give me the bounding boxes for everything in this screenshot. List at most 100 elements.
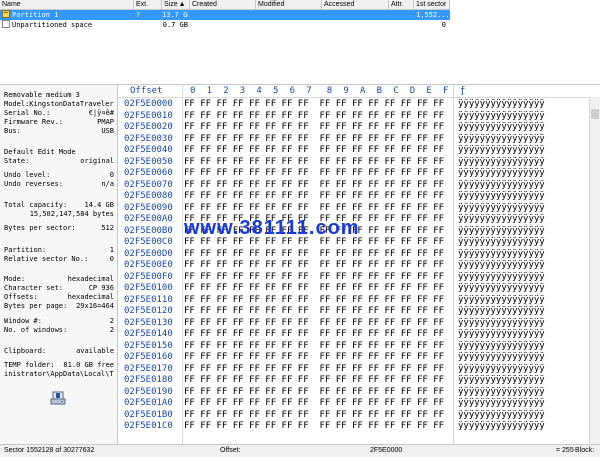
row-ascii[interactable]: ÿÿÿÿÿÿÿÿÿÿÿÿÿÿÿÿ: [458, 111, 556, 122]
row-bytes[interactable]: FF FF FF FF FF FF FF FF FF FF FF FF FF F…: [184, 191, 444, 202]
row-ascii[interactable]: ÿÿÿÿÿÿÿÿÿÿÿÿÿÿÿÿ: [458, 145, 556, 156]
capacity-bytes: 15,502,147,584 bytes: [29, 210, 114, 218]
row-bytes[interactable]: FF FF FF FF FF FF FF FF FF FF FF FF FF F…: [184, 99, 444, 110]
row-ascii[interactable]: ÿÿÿÿÿÿÿÿÿÿÿÿÿÿÿÿ: [458, 364, 556, 375]
status-sector: Sector 1552128 of 30277632: [4, 447, 95, 454]
offsets-line: Offsets: hexadecimal: [4, 293, 114, 302]
row-bytes[interactable]: FF FF FF FF FF FF FF FF FF FF FF FF FF F…: [184, 398, 444, 409]
col-modified[interactable]: Modified: [256, 0, 322, 10]
column-header: B: [376, 86, 383, 96]
row-bytes[interactable]: FF FF FF FF FF FF FF FF FF FF FF FF FF F…: [184, 134, 444, 145]
row-offset: 02F5E0050: [124, 156, 173, 167]
col-accessed[interactable]: Accessed: [322, 0, 389, 10]
row-bytes[interactable]: FF FF FF FF FF FF FF FF FF FF FF FF FF F…: [184, 329, 444, 340]
row-ascii[interactable]: ÿÿÿÿÿÿÿÿÿÿÿÿÿÿÿÿ: [458, 191, 556, 202]
undo-reverses-line: Undo reverses: n/a: [4, 180, 114, 189]
row-bytes[interactable]: FF FF FF FF FF FF FF FF FF FF FF FF FF F…: [184, 180, 444, 191]
row-ascii[interactable]: ÿÿÿÿÿÿÿÿÿÿÿÿÿÿÿÿ: [458, 168, 556, 179]
row-ascii[interactable]: ÿÿÿÿÿÿÿÿÿÿÿÿÿÿÿÿ: [458, 375, 556, 386]
status-block-label: Block:: [575, 447, 595, 454]
row-ascii[interactable]: ÿÿÿÿÿÿÿÿÿÿÿÿÿÿÿÿ: [458, 272, 556, 283]
row-ascii[interactable]: ÿÿÿÿÿÿÿÿÿÿÿÿÿÿÿÿ: [458, 157, 556, 168]
row-offset: 02F5E0170: [124, 363, 173, 374]
row-offset: 02F5E0070: [124, 179, 173, 190]
row-ascii[interactable]: ÿÿÿÿÿÿÿÿÿÿÿÿÿÿÿÿ: [458, 421, 556, 432]
row-ascii[interactable]: ÿÿÿÿÿÿÿÿÿÿÿÿÿÿÿÿ: [458, 398, 556, 409]
status-value: = 255: [556, 447, 574, 454]
vertical-scrollbar[interactable]: [589, 97, 600, 444]
row-bytes[interactable]: FF FF FF FF FF FF FF FF FF FF FF FF FF F…: [184, 145, 444, 156]
row-offset: 02F5E01C0: [124, 421, 173, 431]
row-offset: 02F5E00D0: [124, 248, 173, 259]
row-ascii[interactable]: ÿÿÿÿÿÿÿÿÿÿÿÿÿÿÿÿ: [458, 237, 556, 248]
row-bytes[interactable]: FF FF FF FF FF FF FF FF FF FF FF FF FF F…: [184, 249, 444, 260]
row-bytes[interactable]: FF FF FF FF FF FF FF FF FF FF FF FF FF F…: [184, 203, 444, 214]
col-attr[interactable]: Attr.: [389, 0, 414, 10]
row-offset: 02F5E0180: [124, 375, 173, 385]
row-ascii[interactable]: ÿÿÿÿÿÿÿÿÿÿÿÿÿÿÿÿ: [458, 180, 556, 191]
hex-editor[interactable]: Offset 0123456789ABCDEF ƒ 02F5E0000 FF FF…: [118, 85, 600, 444]
row-bytes[interactable]: FF FF FF FF FF FF FF FF FF FF FF FF FF F…: [184, 306, 444, 317]
row-ascii[interactable]: ÿÿÿÿÿÿÿÿÿÿÿÿÿÿÿÿ: [458, 341, 556, 352]
col-size[interactable]: Size▲: [162, 0, 190, 10]
row-ascii[interactable]: ÿÿÿÿÿÿÿÿÿÿÿÿÿÿÿÿ: [458, 214, 556, 225]
row-ascii[interactable]: ÿÿÿÿÿÿÿÿÿÿÿÿÿÿÿÿ: [458, 329, 556, 340]
row-ascii[interactable]: ÿÿÿÿÿÿÿÿÿÿÿÿÿÿÿÿ: [458, 283, 556, 294]
rel-sector-label: Relative sector No.:: [4, 255, 89, 263]
firmware-line: Firmware Rev.: PMAP: [4, 118, 114, 127]
row-bytes[interactable]: FF FF FF FF FF FF FF FF FF FF FF FF FF F…: [184, 387, 444, 398]
scrollbar-thumb[interactable]: [591, 109, 599, 119]
row-ascii[interactable]: ÿÿÿÿÿÿÿÿÿÿÿÿÿÿÿÿ: [458, 410, 556, 421]
capacity-label: Total capacity:: [4, 201, 68, 209]
partition-icon: [2, 10, 10, 20]
row-ascii[interactable]: ÿÿÿÿÿÿÿÿÿÿÿÿÿÿÿÿ: [458, 387, 556, 398]
row-bytes[interactable]: FF FF FF FF FF FF FF FF FF FF FF FF FF F…: [184, 168, 444, 179]
col-ext[interactable]: Ext.: [134, 0, 162, 10]
row-offset: 02F5E0110: [124, 294, 173, 305]
row-bytes[interactable]: FF FF FF FF FF FF FF FF FF FF FF FF FF F…: [184, 111, 444, 122]
row-ascii[interactable]: ÿÿÿÿÿÿÿÿÿÿÿÿÿÿÿÿ: [458, 260, 556, 271]
partition-size: 13.7 GB: [162, 11, 188, 19]
row-bytes[interactable]: FF FF FF FF FF FF FF FF FF FF FF FF FF F…: [184, 122, 444, 133]
row-bytes[interactable]: FF FF FF FF FF FF FF FF FF FF FF FF FF F…: [184, 352, 444, 363]
row-bytes[interactable]: FF FF FF FF FF FF FF FF FF FF FF FF FF F…: [184, 260, 444, 271]
row-bytes[interactable]: FF FF FF FF FF FF FF FF FF FF FF FF FF F…: [184, 341, 444, 352]
row-ascii[interactable]: ÿÿÿÿÿÿÿÿÿÿÿÿÿÿÿÿ: [458, 295, 556, 306]
row-ascii[interactable]: ÿÿÿÿÿÿÿÿÿÿÿÿÿÿÿÿ: [458, 318, 556, 329]
row-bytes[interactable]: FF FF FF FF FF FF FF FF FF FF FF FF FF F…: [184, 157, 444, 168]
row-bytes[interactable]: FF FF FF FF FF FF FF FF FF FF FF FF FF F…: [184, 295, 444, 306]
row-bytes[interactable]: FF FF FF FF FF FF FF FF FF FF FF FF FF F…: [184, 375, 444, 386]
column-header: 0: [190, 86, 196, 96]
serial-value: €|ÿ¤ê#: [88, 109, 114, 117]
row-bytes[interactable]: FF FF FF FF FF FF FF FF FF FF FF FF FF F…: [184, 364, 444, 375]
col-name[interactable]: Name: [0, 0, 134, 10]
column-header: 1: [206, 86, 213, 96]
status-offset-value: 2F5E0000: [370, 447, 403, 454]
row-ascii[interactable]: ÿÿÿÿÿÿÿÿÿÿÿÿÿÿÿÿ: [458, 306, 556, 317]
row-ascii[interactable]: ÿÿÿÿÿÿÿÿÿÿÿÿÿÿÿÿ: [458, 203, 556, 214]
state-line: State: original: [4, 157, 114, 166]
row-ascii[interactable]: ÿÿÿÿÿÿÿÿÿÿÿÿÿÿÿÿ: [458, 134, 556, 145]
row-ascii[interactable]: ÿÿÿÿÿÿÿÿÿÿÿÿÿÿÿÿ: [458, 352, 556, 363]
col-created[interactable]: Created: [190, 0, 256, 10]
column-header: D: [409, 86, 416, 96]
row-bytes[interactable]: FF FF FF FF FF FF FF FF FF FF FF FF FF F…: [184, 421, 444, 432]
charset-label: Character set:: [4, 284, 64, 292]
row-bytes[interactable]: FF FF FF FF FF FF FF FF FF FF FF FF FF F…: [184, 410, 444, 421]
column-header: F: [443, 86, 449, 96]
row-ascii[interactable]: ÿÿÿÿÿÿÿÿÿÿÿÿÿÿÿÿ: [458, 99, 556, 110]
row-ascii[interactable]: ÿÿÿÿÿÿÿÿÿÿÿÿÿÿÿÿ: [458, 249, 556, 260]
partition-row-unpartitioned[interactable]: Unpartitioned space 0.7 GB 0: [0, 20, 450, 30]
row-offset: 02F5E0140: [124, 329, 173, 339]
row-ascii[interactable]: ÿÿÿÿÿÿÿÿÿÿÿÿÿÿÿÿ: [458, 226, 556, 237]
row-bytes[interactable]: FF FF FF FF FF FF FF FF FF FF FF FF FF F…: [184, 272, 444, 283]
row-ascii[interactable]: ÿÿÿÿÿÿÿÿÿÿÿÿÿÿÿÿ: [458, 122, 556, 133]
row-bytes[interactable]: FF FF FF FF FF FF FF FF FF FF FF FF FF F…: [184, 283, 444, 294]
col-first-sector[interactable]: 1st sector: [414, 0, 450, 10]
temp-label: TEMP folder:: [4, 361, 55, 369]
unpartitioned-icon: [2, 20, 10, 30]
ascii-header: ƒ: [460, 86, 466, 96]
row-bytes[interactable]: FF FF FF FF FF FF FF FF FF FF FF FF FF F…: [184, 318, 444, 329]
partition-row-1[interactable]: Partition 1 ? 13.7 GB 1,552...: [0, 10, 450, 20]
partition-list: Name Ext. Size▲ Created Modified Accesse…: [0, 0, 600, 85]
